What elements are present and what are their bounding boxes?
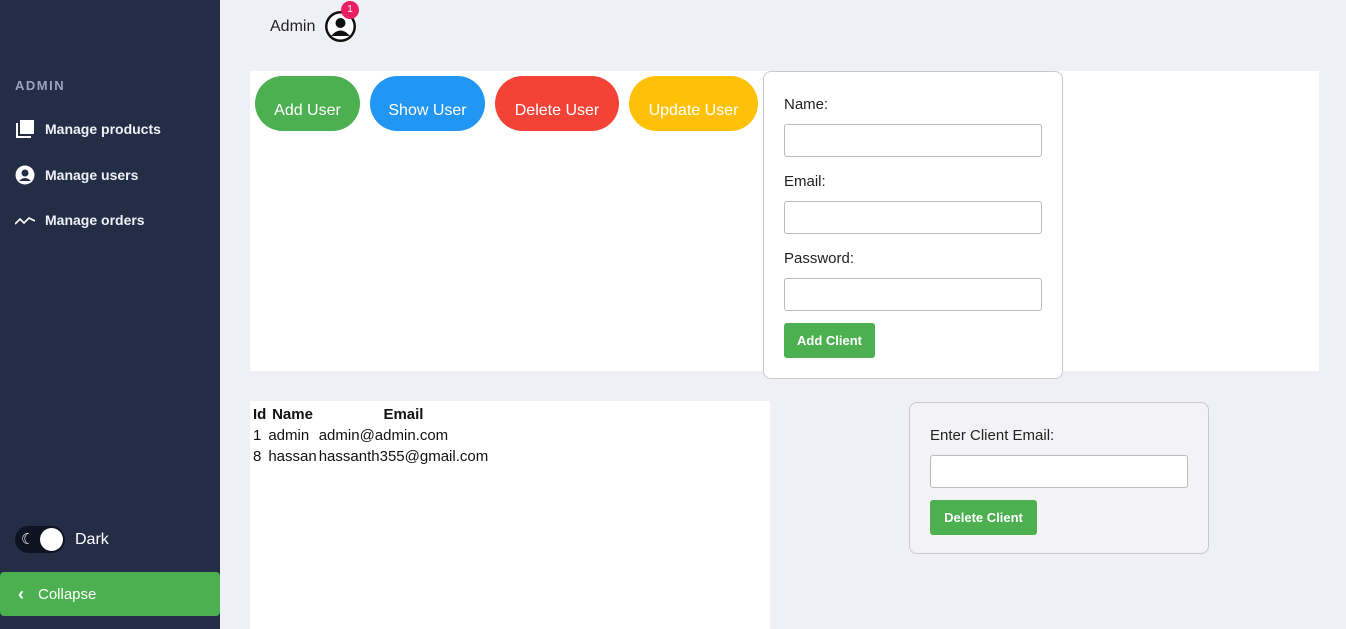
chevron-left-icon: ‹ bbox=[18, 583, 24, 604]
cell-id: 1 bbox=[253, 427, 262, 444]
table-row: 8 hassan hassanth355@gmail.com bbox=[252, 446, 489, 467]
users-table-panel: Id Name Email 1 admin admin@admin.com 8 … bbox=[250, 401, 770, 629]
sidebar-item-label: Manage orders bbox=[45, 212, 145, 228]
delete-client-button[interactable]: Delete Client bbox=[930, 500, 1037, 535]
collapse-button[interactable]: ‹ Collapse bbox=[0, 572, 220, 616]
delete-user-button[interactable]: Delete User bbox=[495, 76, 619, 131]
cell-id: 8 bbox=[253, 448, 262, 465]
add-user-button[interactable]: Add User bbox=[255, 76, 360, 131]
chart-line-icon bbox=[15, 210, 35, 230]
delete-client-form: Enter Client Email: Delete Client bbox=[909, 402, 1209, 554]
sidebar-item-manage-products[interactable]: Manage products bbox=[15, 117, 161, 141]
cell-email: hassanth355@gmail.com bbox=[318, 448, 489, 465]
cell-name: admin bbox=[268, 427, 310, 444]
cell-name: hassan bbox=[268, 448, 317, 465]
dark-mode-switch[interactable]: ☾ bbox=[15, 526, 65, 553]
sidebar-item-manage-orders[interactable]: Manage orders bbox=[15, 208, 145, 232]
name-field[interactable] bbox=[784, 124, 1042, 157]
column-header-email: Email bbox=[383, 406, 424, 423]
sidebar: ADMIN Manage products Manage users Manag… bbox=[0, 0, 220, 629]
column-header-name: Name bbox=[272, 406, 313, 423]
dark-mode-label: Dark bbox=[75, 530, 109, 548]
table-header-row: Id Name Email bbox=[252, 404, 489, 425]
users-table: Id Name Email 1 admin admin@admin.com 8 … bbox=[252, 404, 489, 467]
sidebar-item-label: Manage users bbox=[45, 167, 139, 183]
add-client-button[interactable]: Add Client bbox=[784, 323, 875, 358]
name-label: Name: bbox=[784, 96, 829, 113]
add-client-form: Name: Email: Password: Add Client bbox=[763, 71, 1063, 379]
update-user-button[interactable]: Update User bbox=[629, 76, 758, 131]
column-header-id: Id bbox=[253, 406, 267, 423]
email-field[interactable] bbox=[784, 201, 1042, 234]
password-field[interactable] bbox=[784, 278, 1042, 311]
email-label: Email: bbox=[784, 173, 826, 190]
collapse-label: Collapse bbox=[38, 585, 97, 603]
switch-knob bbox=[40, 528, 63, 551]
table-row: 1 admin admin@admin.com bbox=[252, 425, 489, 446]
sidebar-heading: ADMIN bbox=[15, 78, 66, 93]
products-icon bbox=[15, 119, 35, 139]
show-user-button[interactable]: Show User bbox=[370, 76, 485, 131]
password-label: Password: bbox=[784, 250, 855, 267]
dark-mode-toggle[interactable]: ☾ Dark bbox=[15, 526, 109, 553]
sidebar-item-manage-users[interactable]: Manage users bbox=[15, 163, 138, 187]
sidebar-item-label: Manage products bbox=[45, 121, 161, 137]
client-email-field[interactable] bbox=[930, 455, 1188, 488]
notification-badge: 1 bbox=[341, 1, 359, 19]
moon-icon: ☾ bbox=[21, 531, 35, 548]
user-circle-icon bbox=[15, 165, 35, 185]
cell-email: admin@admin.com bbox=[318, 427, 449, 444]
client-email-label: Enter Client Email: bbox=[930, 427, 1055, 444]
admin-name: Admin bbox=[270, 18, 316, 35]
